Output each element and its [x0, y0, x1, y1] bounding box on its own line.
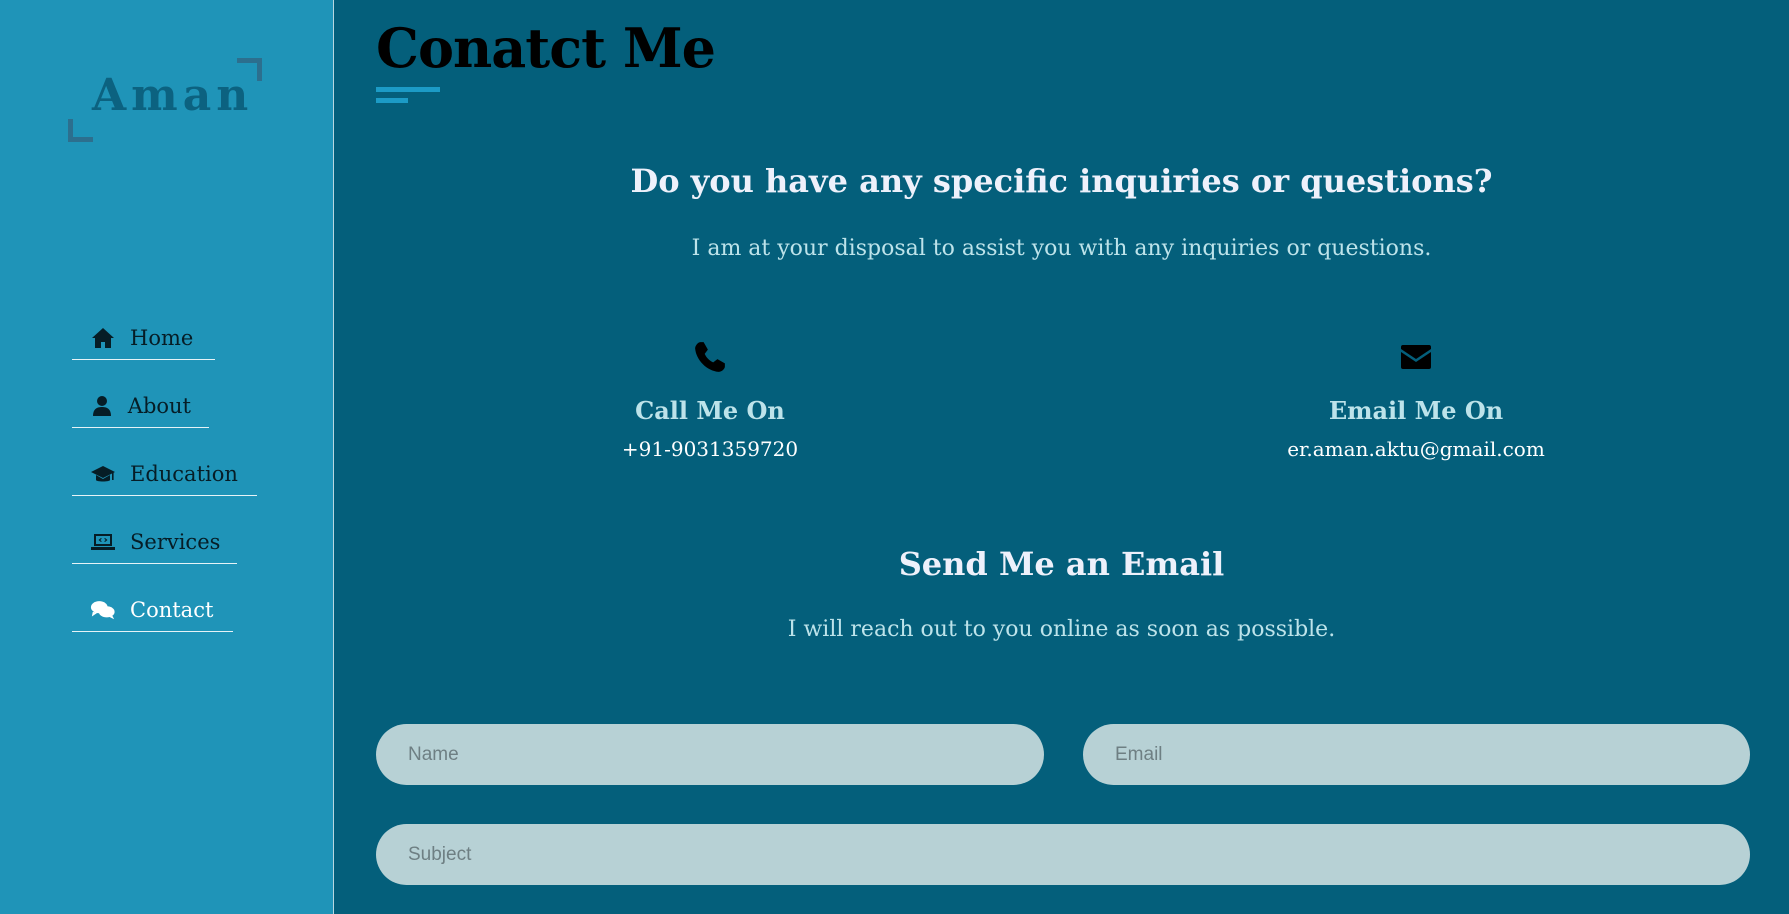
name-input[interactable] [376, 724, 1044, 785]
sidebar-item-education[interactable]: Education [72, 452, 257, 496]
envelope-icon [1216, 338, 1616, 376]
logo-corner-bottom-left [68, 119, 93, 142]
sidebar-item-label: Home [130, 325, 194, 350]
sidebar: Aman Home About Education Services Conta… [0, 0, 334, 914]
email-info: Email Me On er.aman.aktu@gmail.com [1216, 338, 1616, 461]
sidebar-item-label: Education [130, 461, 238, 486]
graduation-cap-icon [90, 462, 116, 486]
sidebar-item-home[interactable]: Home [72, 316, 215, 360]
inquiry-heading: Do you have any specific inquiries or qu… [630, 162, 1493, 200]
phone-number[interactable]: +91-9031359720 [510, 437, 910, 461]
email-address[interactable]: er.aman.aktu@gmail.com [1216, 437, 1616, 461]
title-underline-short [376, 98, 408, 103]
logo[interactable]: Aman [68, 56, 264, 142]
laptop-code-icon [90, 530, 116, 554]
sidebar-item-label: About [127, 393, 191, 418]
send-email-heading: Send Me an Email [898, 545, 1225, 583]
call-info: Call Me On +91-9031359720 [510, 338, 910, 461]
user-icon [90, 394, 114, 418]
email-label: Email Me On [1328, 396, 1504, 425]
sidebar-item-label: Services [130, 529, 221, 554]
home-icon [90, 326, 116, 350]
page-title: Conatct Me [376, 16, 716, 80]
inquiry-subtext: I am at your disposal to assist you with… [691, 236, 1432, 261]
comments-icon [90, 598, 116, 622]
send-email-subtext: I will reach out to you online as soon a… [787, 617, 1336, 642]
logo-text: Aman [92, 70, 254, 121]
phone-icon [510, 338, 910, 376]
sidebar-item-about[interactable]: About [72, 384, 209, 428]
sidebar-item-services[interactable]: Services [72, 520, 237, 564]
email-input[interactable] [1083, 724, 1750, 785]
sidebar-nav: Home About Education Services Contact [72, 316, 257, 656]
sidebar-item-label: Contact [130, 597, 214, 622]
sidebar-item-contact[interactable]: Contact [72, 588, 233, 632]
title-underline [376, 87, 440, 92]
call-label: Call Me On [635, 396, 785, 425]
main-content: Conatct Me Do you have any specific inqu… [334, 0, 1789, 914]
subject-input[interactable] [376, 824, 1750, 885]
